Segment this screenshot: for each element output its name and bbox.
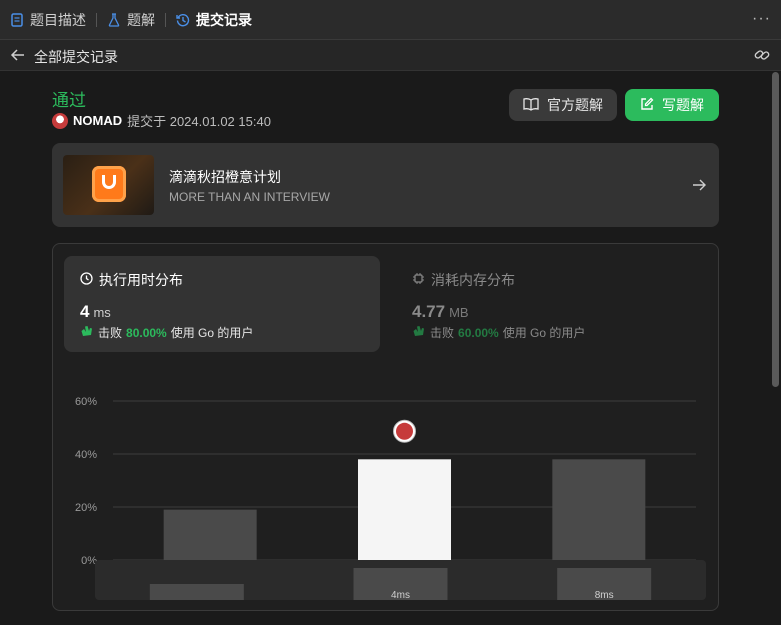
- stats-panel: 执行用时分布 4 ms 击败 80.00% 使用 Go 的用户 消耗内存分布 4.…: [52, 243, 719, 611]
- y-tick-label: 20%: [75, 502, 97, 514]
- bar: [163, 509, 257, 560]
- beat-suffix: 使用 Go 的用户: [170, 326, 254, 340]
- clap-icon: [412, 324, 426, 341]
- write-solution-label: 写题解: [662, 97, 704, 113]
- memory-value: 4.77 MB: [412, 302, 469, 322]
- back-arrow-icon[interactable]: [10, 47, 26, 63]
- document-icon: [10, 12, 24, 27]
- tab-submissions-label: 提交记录: [196, 11, 252, 28]
- arrow-right-icon[interactable]: [691, 177, 707, 193]
- chip-icon: [412, 272, 425, 288]
- history-icon: [176, 13, 190, 27]
- runtime-beat-pct: 80.00%: [126, 325, 167, 340]
- username[interactable]: NOMAD: [73, 113, 122, 128]
- memory-card[interactable]: 消耗内存分布 4.77 MB 击败 60.00% 使用 Go 的用户: [396, 256, 706, 352]
- more-icon[interactable]: ···: [752, 10, 771, 28]
- beat-prefix: 击败: [430, 326, 455, 340]
- user-marker-avatar-inner: [396, 422, 413, 440]
- memory-unit: MB: [449, 305, 469, 320]
- runtime-card[interactable]: 执行用时分布 4 ms 击败 80.00% 使用 Go 的用户: [64, 256, 380, 352]
- memory-number: 4.77: [412, 302, 446, 321]
- memory-title-label: 消耗内存分布: [431, 272, 515, 288]
- tab-description[interactable]: 题目描述: [0, 0, 96, 40]
- scrollbar[interactable]: [772, 72, 779, 387]
- submission-status: 通过: [52, 91, 86, 110]
- runtime-title-label: 执行用时分布: [99, 272, 183, 288]
- mini-bar-label: 8ms: [595, 590, 614, 600]
- didi-logo: [92, 166, 126, 202]
- flask-icon: [107, 12, 121, 27]
- y-tick-label: 60%: [75, 396, 97, 408]
- memory-beat: 击败 60.00% 使用 Go 的用户: [412, 324, 585, 341]
- promo-banner[interactable]: 滴滴秋招橙意计划 MORE THAN AN INTERVIEW: [52, 143, 719, 227]
- link-icon[interactable]: [753, 46, 771, 64]
- banner-subtitle: MORE THAN AN INTERVIEW: [169, 190, 330, 204]
- runtime-unit: ms: [93, 305, 111, 320]
- tab-submissions[interactable]: 提交记录: [166, 0, 262, 40]
- banner-image: [63, 155, 154, 215]
- beat-prefix: 击败: [98, 326, 123, 340]
- all-submissions-title: 全部提交记录: [34, 49, 118, 65]
- chart-overview[interactable]: 4ms 8ms: [95, 560, 706, 600]
- mini-bar: [149, 584, 244, 600]
- tab-solutions[interactable]: 题解: [97, 0, 165, 40]
- submitted-time: 提交于 2024.01.02 15:40: [127, 114, 271, 129]
- runtime-beat: 击败 80.00% 使用 Go 的用户: [80, 324, 253, 341]
- bar-highlighted: [358, 459, 451, 560]
- submission-meta: NOMAD 提交于 2024.01.02 15:40: [52, 111, 271, 130]
- clap-icon: [80, 324, 94, 341]
- memory-title: 消耗内存分布: [412, 270, 515, 290]
- runtime-value: 4 ms: [80, 302, 111, 322]
- official-solution-button[interactable]: 官方题解: [509, 89, 617, 121]
- mini-bar-label: 4ms: [391, 590, 410, 600]
- tab-solutions-label: 题解: [127, 11, 155, 28]
- tab-description-label: 题目描述: [30, 11, 86, 28]
- sub-header: 全部提交记录: [0, 40, 781, 71]
- write-solution-button[interactable]: 写题解: [625, 89, 719, 121]
- edit-icon: [640, 97, 654, 114]
- avatar: [52, 112, 68, 129]
- y-tick-label: 40%: [75, 449, 97, 461]
- banner-title: 滴滴秋招橙意计划: [169, 169, 281, 185]
- runtime-number: 4: [80, 302, 90, 321]
- memory-beat-pct: 60.00%: [458, 325, 499, 340]
- book-icon: [523, 97, 539, 114]
- clock-icon: [80, 272, 93, 288]
- official-solution-label: 官方题解: [547, 97, 603, 113]
- beat-suffix: 使用 Go 的用户: [502, 326, 586, 340]
- bar: [552, 459, 646, 560]
- runtime-title: 执行用时分布: [80, 270, 183, 290]
- tab-bar: 题目描述 题解 提交记录 ···: [0, 0, 781, 40]
